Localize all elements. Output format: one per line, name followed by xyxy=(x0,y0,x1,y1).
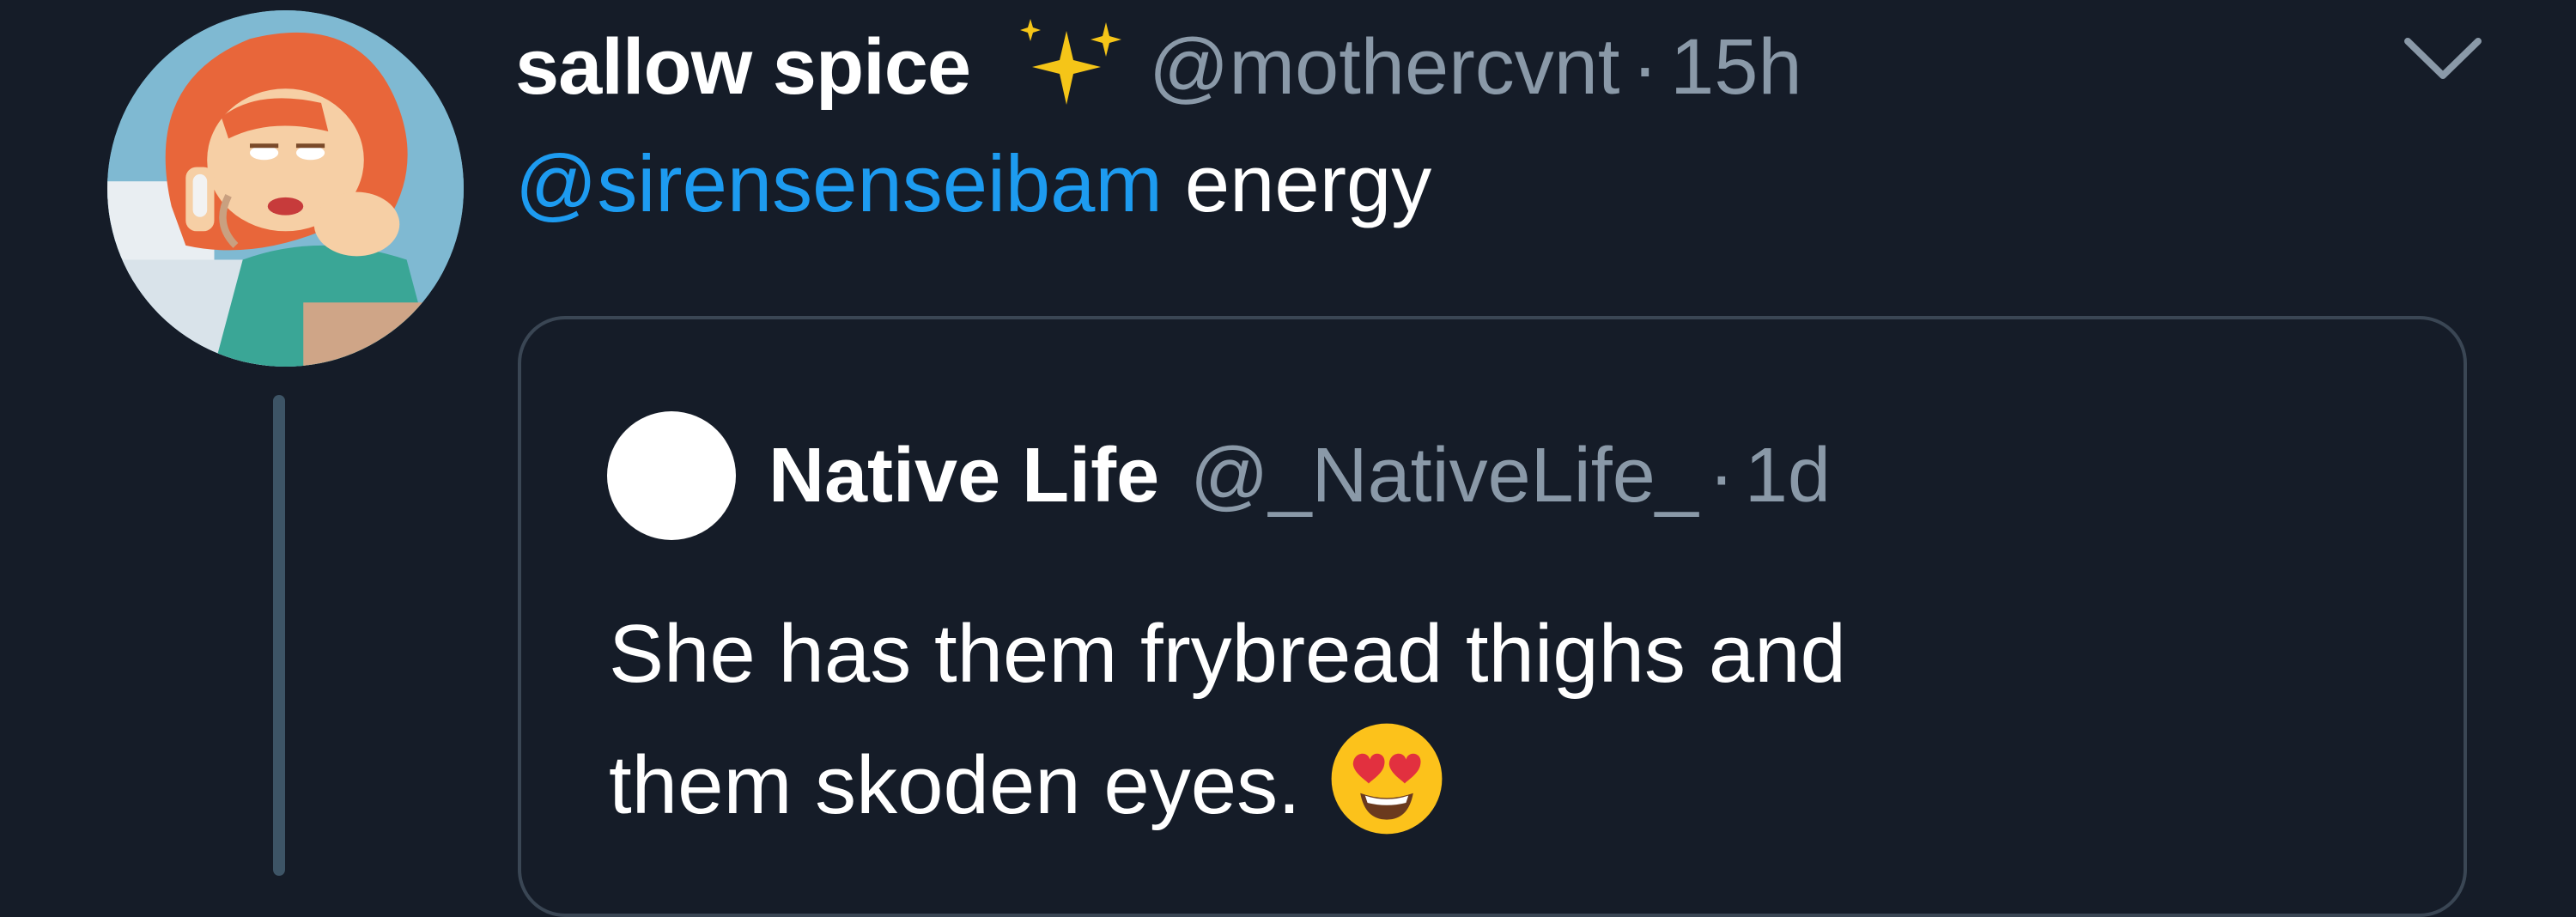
quoted-tweet-card[interactable]: Native Life @_NativeLife_ · 1d She has t… xyxy=(518,316,2467,917)
quoted-avatar xyxy=(607,411,736,540)
quoted-text-line-2: them skoden eyes. xyxy=(609,719,1846,850)
separator-dot: · xyxy=(1631,22,1659,111)
quoted-text-line: them skoden eyes. xyxy=(609,739,1301,831)
timestamp[interactable]: 15h xyxy=(1670,22,1802,112)
mention-link[interactable]: @sirensenseibam xyxy=(515,138,1163,228)
quoted-timestamp: 1d xyxy=(1744,432,1831,519)
quoted-display-name: Native Life xyxy=(769,432,1160,519)
avatar[interactable] xyxy=(107,10,464,367)
tweet-body: energy xyxy=(1184,138,1432,228)
chevron-down-icon[interactable] xyxy=(2396,26,2490,94)
quoted-handle: @_NativeLife_ xyxy=(1190,432,1698,519)
quoted-tweet-text: She has them frybread thighs and them sk… xyxy=(609,590,1846,850)
tweet-header: sallow spice @mothercvnt · 15h xyxy=(515,15,1802,118)
thread-line xyxy=(273,395,285,876)
quoted-text-line: She has them frybread thighs and xyxy=(609,608,1846,700)
heart-eyes-emoji-icon xyxy=(1327,719,1447,839)
quoted-separator-dot: · xyxy=(1708,432,1735,519)
quoted-tweet-header: Native Life @_NativeLife_ · 1d xyxy=(607,411,1831,540)
sparkles-icon xyxy=(1005,15,1133,118)
handle[interactable]: @mothercvnt xyxy=(1149,22,1619,112)
tweet-text: @sirensenseibam energy xyxy=(515,137,1431,230)
display-name[interactable]: sallow spice xyxy=(515,22,971,112)
tweet[interactable]: sallow spice @mothercvnt · 15h @sirensen… xyxy=(0,0,2576,917)
